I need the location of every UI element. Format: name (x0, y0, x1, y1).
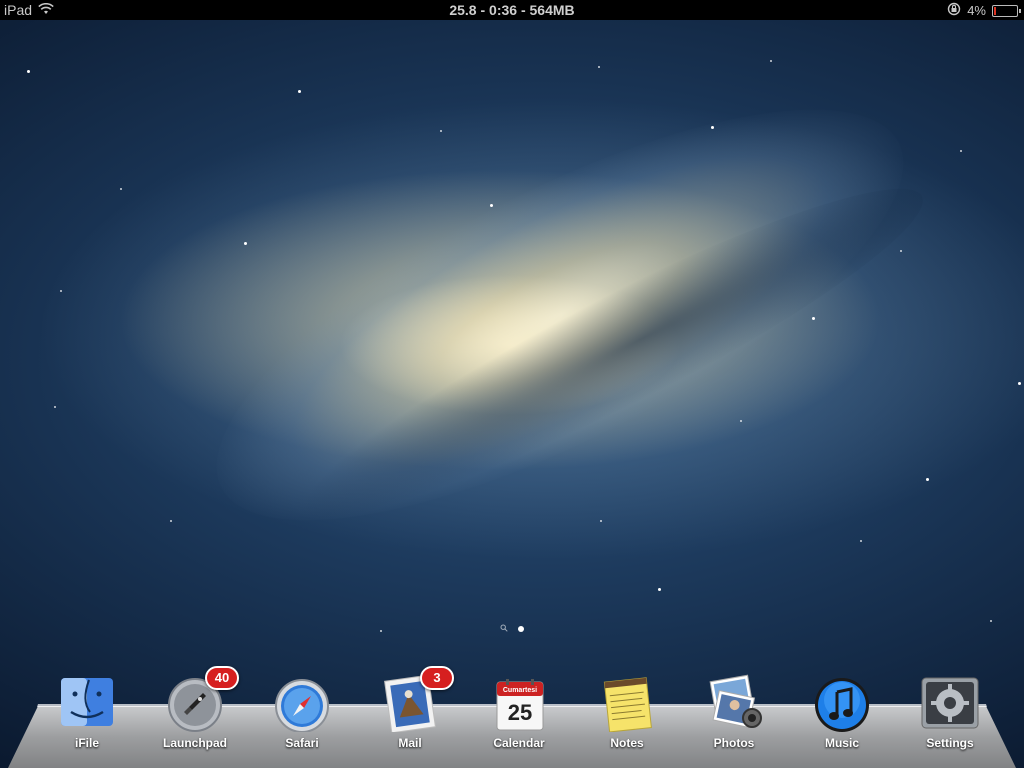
notification-badge: 3 (420, 666, 454, 690)
page-dot-1[interactable] (518, 626, 524, 632)
dock-item-settings[interactable]: Settings (910, 672, 990, 750)
wallpaper (0, 0, 1024, 768)
dock-item-ifile[interactable]: iFile (47, 672, 127, 750)
star (490, 204, 493, 207)
orientation-lock-icon (947, 2, 961, 19)
star (600, 520, 602, 522)
star (27, 70, 30, 73)
dock-item-music[interactable]: Music (802, 672, 882, 750)
star (170, 520, 172, 522)
star (1018, 382, 1021, 385)
dock-item-safari[interactable]: Safari (262, 672, 342, 750)
star (711, 126, 714, 129)
dock-label: Music (824, 736, 859, 750)
star (54, 406, 56, 408)
star (440, 130, 442, 132)
dock-item-calendar[interactable]: Cumartesi 25 Calendar (479, 672, 559, 750)
galaxy-glow (164, 31, 956, 599)
calendar-day: 25 (508, 700, 532, 725)
battery-icon (992, 4, 1021, 17)
dock-label: Settings (926, 736, 974, 750)
dock-item-launchpad[interactable]: 40 Launchpad (155, 666, 239, 750)
star (900, 250, 902, 252)
search-icon[interactable] (500, 624, 508, 634)
status-right: 4% (947, 2, 1021, 19)
dock-item-notes[interactable]: Notes (587, 672, 667, 750)
battery-percent: 4% (967, 3, 986, 18)
notepad-icon[interactable] (597, 672, 657, 733)
dock-label: Photos (713, 736, 755, 750)
star (926, 478, 929, 481)
dock-item-mail[interactable]: 3 Mail (370, 666, 454, 750)
notification-badge: 40 (205, 666, 239, 690)
status-bar: iPad 25.8 - 0:36 - 564MB 4% (0, 0, 1024, 20)
calendar-month: Cumartesi (503, 687, 537, 694)
dock-label: iFile (74, 736, 99, 750)
dock: iFile 40 Launchpad Safari 3 Mail Cumarte… (0, 666, 1024, 768)
finder-icon[interactable] (57, 672, 117, 732)
battery-level (994, 6, 996, 15)
dock-label: Safari (285, 736, 319, 750)
dock-label: Launchpad (162, 736, 227, 750)
star (120, 188, 122, 190)
star (298, 90, 301, 93)
gear-icon[interactable] (920, 672, 980, 732)
compass-icon[interactable] (272, 672, 332, 733)
star (860, 540, 862, 542)
dock-label: Mail (398, 736, 422, 750)
star (812, 317, 815, 320)
star (960, 150, 962, 152)
dock-label: Calendar (493, 736, 545, 750)
calendar-icon[interactable]: Cumartesi 25 (489, 672, 549, 732)
dock-label: Notes (610, 736, 644, 750)
music-note-icon[interactable] (812, 672, 872, 732)
star (740, 420, 742, 422)
star (60, 290, 62, 292)
star (598, 66, 600, 68)
photos-icon[interactable] (704, 672, 764, 732)
rocket-icon[interactable]: 40 (165, 666, 239, 732)
dock-item-photos[interactable]: Photos (694, 672, 774, 750)
status-center-info: 25.8 - 0:36 - 564MB (449, 2, 575, 18)
page-indicator[interactable] (0, 624, 1024, 634)
star (770, 60, 772, 62)
star (658, 588, 661, 591)
star (244, 242, 247, 245)
star (990, 620, 992, 622)
stamp-icon[interactable]: 3 (380, 666, 454, 734)
